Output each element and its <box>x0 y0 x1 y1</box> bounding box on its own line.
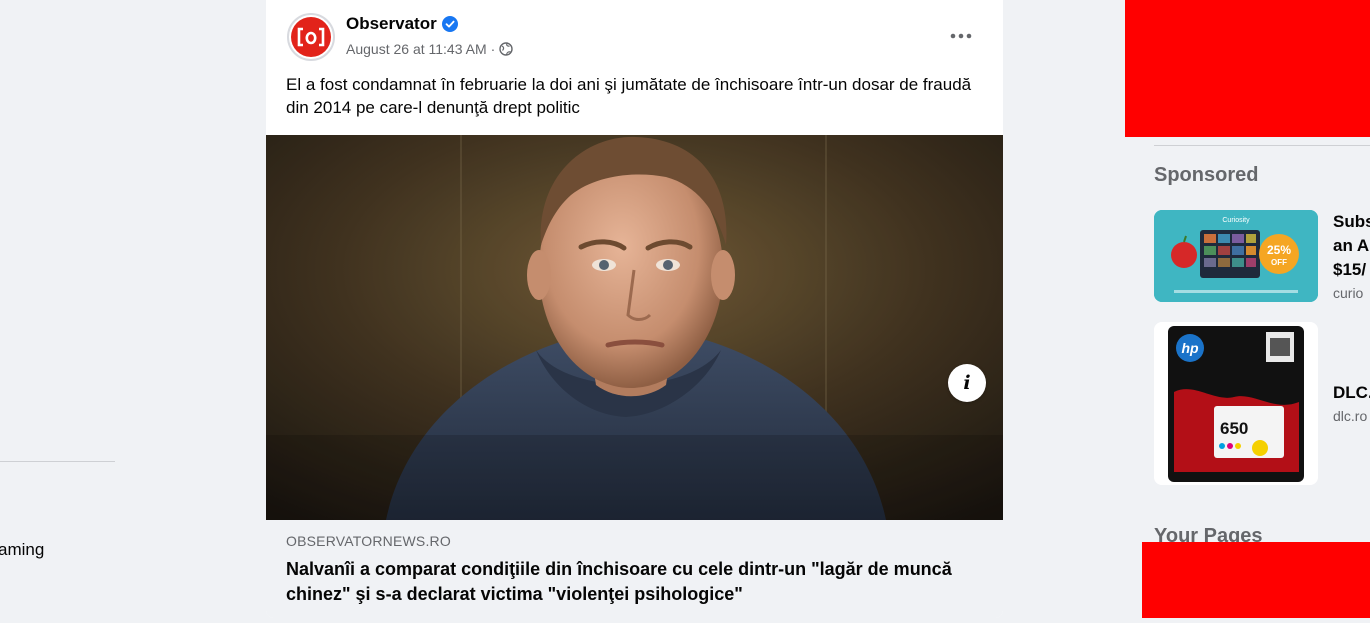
more-horizontal-icon <box>950 33 972 39</box>
verified-badge-icon <box>441 16 458 32</box>
ad-title-dlc[interactable]: DLC. <box>1333 381 1370 405</box>
link-preview[interactable]: OBSERVATORNEWS.RO Nalvanîi a comparat co… <box>266 520 1003 618</box>
right-sidebar-divider <box>1154 145 1370 146</box>
ad-domain-dlc: dlc.ro <box>1333 408 1368 424</box>
ad-domain: curio <box>1333 285 1364 301</box>
page-avatar[interactable] <box>287 13 335 61</box>
feed-post: Observator August 26 at 11:43 AM · El a … <box>266 0 1003 618</box>
post-author-name[interactable]: Observator <box>346 14 437 34</box>
ad-thumbnail-curiosity[interactable]: Curiosity 25% OFF <box>1154 210 1318 302</box>
ad-title-line-3[interactable]: $15/ <box>1333 258 1366 282</box>
redacted-region-bottom <box>1142 542 1370 618</box>
redacted-region-top <box>1125 0 1370 137</box>
cartridge-number: 650 <box>1220 419 1248 438</box>
ad-title-line-1[interactable]: Subs <box>1333 210 1370 234</box>
post-meta: August 26 at 11:43 AM · <box>346 41 513 57</box>
post-timestamp[interactable]: August 26 at 11:43 AM <box>346 41 487 57</box>
sponsored-heading: Sponsored <box>1154 164 1259 186</box>
left-sidebar-divider <box>0 461 115 462</box>
hp-logo-text: hp <box>1181 340 1199 356</box>
globe-icon <box>499 42 513 56</box>
post-photo[interactable] <box>266 135 1003 520</box>
ad-brand-label: Curiosity <box>1222 217 1250 224</box>
post-message: El a fost condamnat în februarie la doi … <box>286 75 972 117</box>
sidebar-item-gaming[interactable]: aming <box>0 540 44 560</box>
ad-badge-percent: 25% <box>1267 243 1291 257</box>
link-title[interactable]: Nalvanîi a comparat condiţiile din închi… <box>286 557 986 607</box>
post-author: Observator <box>346 14 458 34</box>
observator-logo <box>291 17 331 57</box>
photo-info-button[interactable]: i <box>948 364 986 402</box>
ad-title-line-2[interactable]: an A <box>1333 234 1369 258</box>
post-options-button[interactable] <box>943 22 979 50</box>
link-domain: OBSERVATORNEWS.RO <box>286 533 451 549</box>
ad-thumbnail-hp-cartridge[interactable]: hp 650 <box>1154 322 1318 485</box>
ad-badge-off: OFF <box>1271 258 1287 267</box>
meta-separator: · <box>490 41 496 57</box>
